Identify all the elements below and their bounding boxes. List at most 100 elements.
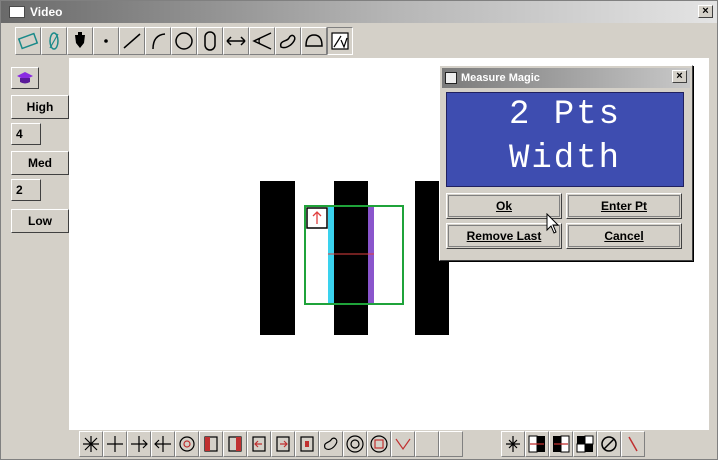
edge-left-icon (154, 436, 171, 452)
slot-icon (204, 31, 216, 51)
tool-arc[interactable] (145, 27, 171, 55)
ok-button[interactable]: Ok (446, 193, 562, 219)
tool-angle[interactable] (249, 27, 275, 55)
tool-box-arrow-right[interactable] (271, 431, 295, 457)
line-select-icon (17, 32, 39, 50)
circle-icon (175, 32, 193, 50)
tool-crosshair-star[interactable] (79, 431, 103, 457)
tool-box-center[interactable] (295, 431, 319, 457)
circle-target-icon (179, 436, 195, 452)
edge-highlight-purple (368, 206, 374, 304)
spline-icon (279, 34, 296, 49)
light-button[interactable] (11, 67, 39, 89)
tool-circle-slash[interactable] (597, 431, 621, 457)
video-window: Video × High 4 Med 2 Low Measure Magic ×… (0, 0, 718, 460)
black-bar-left (260, 181, 295, 335)
tool-blank-2[interactable] (439, 431, 463, 457)
low-button[interactable]: Low (11, 209, 69, 233)
tool-diagonal[interactable] (621, 431, 645, 457)
tool-edge-right[interactable] (127, 431, 151, 457)
bottom-toolbar (79, 431, 645, 459)
graduation-cap-icon (17, 72, 33, 84)
tool-width[interactable] (223, 27, 249, 55)
focus-icon (506, 436, 520, 452)
tool-blob[interactable] (319, 431, 343, 457)
title-bar: Video (1, 1, 717, 23)
concentric-circles-icon (346, 435, 364, 453)
measure-magic-dialog: Measure Magic × 2 Pts Width Ok Enter Pt … (439, 65, 693, 261)
tool-blank-1[interactable] (415, 431, 439, 457)
dialog-icon (445, 72, 457, 84)
crosshair-icon (107, 436, 123, 452)
tool-edge-black-white[interactable] (525, 431, 549, 457)
measure-display: 2 Pts Width (446, 92, 684, 187)
tool-crosshair[interactable] (103, 431, 127, 457)
tool-line[interactable] (119, 27, 145, 55)
box-left-icon (204, 436, 218, 452)
tool-concentric[interactable] (343, 431, 367, 457)
tool-measure-magic[interactable] (327, 27, 353, 55)
med-button[interactable]: Med (11, 151, 69, 175)
high-value[interactable]: 4 (11, 123, 41, 145)
edge-highlight-cyan (328, 206, 334, 304)
high-button[interactable]: High (11, 95, 69, 119)
med-value[interactable]: 2 (11, 179, 41, 201)
line-icon (123, 33, 141, 49)
tool-focus[interactable] (501, 431, 525, 457)
edge-right-icon (131, 436, 148, 452)
vee-icon (395, 438, 411, 451)
tool-checker[interactable] (573, 431, 597, 457)
edge-wb-icon (553, 435, 570, 453)
arc-icon (152, 33, 166, 50)
tool-point[interactable] (93, 27, 119, 55)
dialog-close-button[interactable]: × (672, 70, 687, 83)
box-arrow-left-icon (252, 436, 266, 452)
checker-icon (576, 435, 594, 453)
tool-spline[interactable] (275, 27, 301, 55)
tool-edge-white-black[interactable] (549, 431, 573, 457)
tool-box-left[interactable] (199, 431, 223, 457)
blob-icon (324, 437, 338, 450)
arc-segment-icon (305, 34, 323, 47)
remove-last-button[interactable]: Remove Last (446, 223, 562, 249)
display-line-points: 2 Pts (508, 96, 622, 134)
tool-line-select[interactable] (15, 27, 41, 55)
dialog-title: Measure Magic (461, 72, 540, 84)
window-icon (9, 6, 25, 18)
display-line-feature: Width (508, 140, 622, 178)
measure-toolbar (15, 27, 353, 55)
close-button[interactable]: × (698, 5, 713, 18)
tool-circle-box[interactable] (367, 431, 391, 457)
width-icon (226, 36, 246, 46)
probe-icon (75, 32, 85, 48)
tool-vee[interactable] (391, 431, 415, 457)
mouse-cursor-icon (546, 213, 560, 234)
tool-slot[interactable] (197, 27, 223, 55)
tool-zero[interactable] (41, 27, 67, 55)
enter-pt-button[interactable]: Enter Pt (566, 193, 682, 219)
circle-slash-icon (601, 436, 617, 452)
tool-edge-left[interactable] (151, 431, 175, 457)
diagonal-icon (628, 436, 638, 452)
tool-circle-edge[interactable] (175, 431, 199, 457)
starburst-icon (83, 436, 99, 452)
tool-circle[interactable] (171, 27, 197, 55)
tool-box-right[interactable] (223, 431, 247, 457)
box-center-icon (300, 436, 314, 452)
tool-box-arrow-left[interactable] (247, 431, 271, 457)
tool-probe[interactable] (67, 27, 93, 55)
circle-box-icon (370, 435, 388, 453)
angle-icon (252, 32, 272, 50)
measure-magic-icon (331, 32, 349, 50)
edge-bw-icon (528, 435, 545, 453)
box-arrow-right-icon (276, 436, 290, 452)
black-bar-middle (334, 181, 368, 335)
tool-arc-segment[interactable] (301, 27, 327, 55)
dialog-title-bar: Measure Magic (442, 68, 690, 88)
box-right-icon (228, 436, 242, 452)
window-title: Video (30, 5, 63, 19)
point-icon (104, 39, 108, 43)
zero-icon (49, 32, 59, 50)
cancel-button[interactable]: Cancel (566, 223, 682, 249)
